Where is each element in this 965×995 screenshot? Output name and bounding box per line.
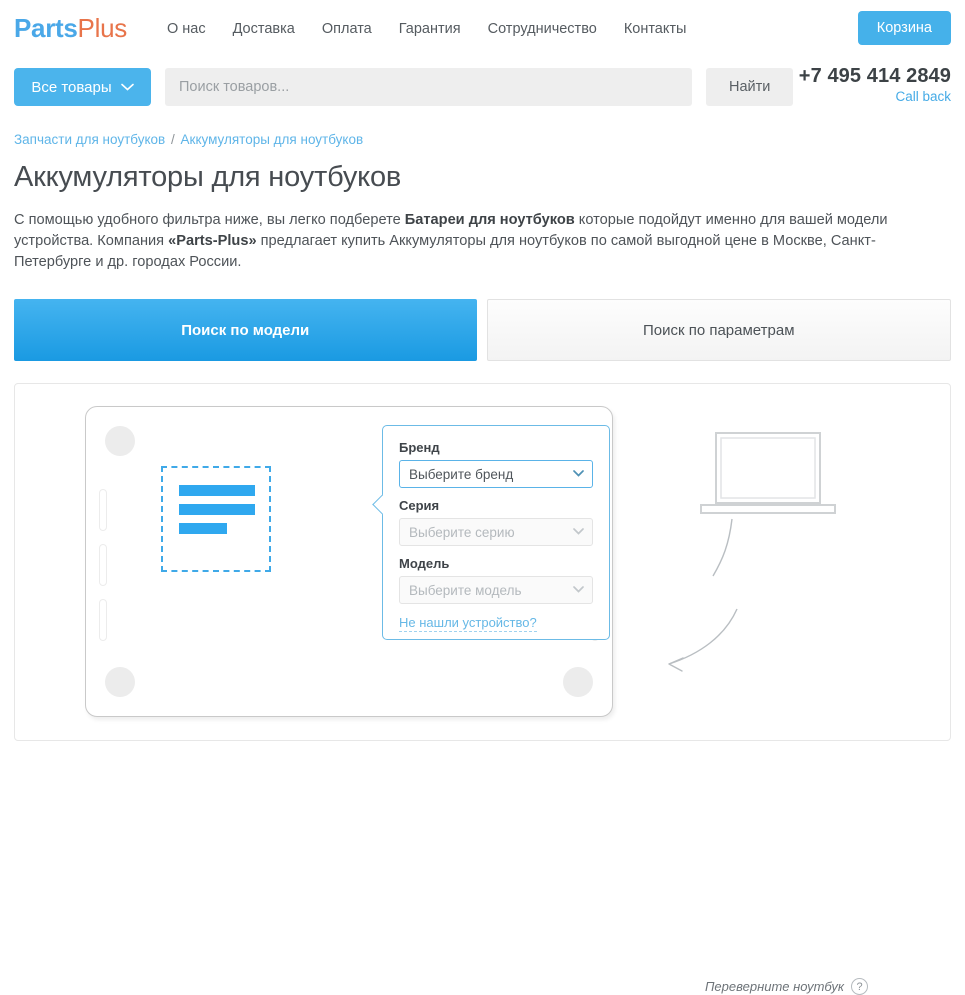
desc-text-1: С помощью удобного фильтра ниже, вы легк…	[14, 212, 405, 228]
desc-bold-1: Батареи для ноутбуков	[405, 212, 575, 228]
brand-label: Бренд	[399, 440, 593, 455]
breadcrumb-parent[interactable]: Запчасти для ноутбуков	[14, 132, 165, 147]
model-selector-panel: Бренд Выберите бренд Серия Выберите сери…	[14, 383, 951, 741]
nav-item-payment[interactable]: Оплата	[322, 21, 372, 37]
nav-item-contacts[interactable]: Контакты	[624, 21, 687, 37]
sticker-bar	[179, 504, 255, 515]
all-goods-label: Все товары	[31, 79, 111, 96]
main-navigation: О нас Доставка Оплата Гарантия Сотруднич…	[167, 21, 687, 37]
all-goods-dropdown[interactable]: Все товары	[14, 68, 151, 106]
page-description: С помощью удобного фильтра ниже, вы легк…	[0, 210, 920, 273]
brand-select-value: Выберите бренд	[409, 467, 513, 482]
model-selector-form: Бренд Выберите бренд Серия Выберите сери…	[382, 425, 610, 640]
sticker-bar	[179, 485, 255, 496]
phone-block: +7 495 414 2849 Call back	[799, 65, 951, 104]
vent-slot-icon	[99, 489, 107, 531]
logo-text-parts: Parts	[14, 13, 78, 43]
site-header: PartsPlus О нас Доставка Оплата Гарантия…	[0, 0, 965, 57]
nav-item-about[interactable]: О нас	[167, 21, 206, 37]
search-input[interactable]	[165, 68, 692, 106]
logo-text-plus: Plus	[78, 13, 127, 43]
flip-laptop-hint-text: Переверните ноутбук	[705, 979, 844, 994]
chevron-down-icon	[573, 528, 584, 535]
vent-slot-icon	[99, 599, 107, 641]
search-bar: Все товары Найти +7 495 414 2849 Call ba…	[0, 57, 965, 117]
screw-icon	[105, 667, 135, 697]
series-label: Серия	[399, 498, 593, 513]
desc-bold-2: «Parts-Plus»	[168, 233, 256, 249]
chevron-down-icon	[573, 586, 584, 593]
page-title: Аккумуляторы для ноутбуков	[0, 161, 965, 194]
sticker-bar	[179, 523, 227, 534]
series-select-value: Выберите серию	[409, 525, 515, 540]
laptop-open-icon	[698, 429, 838, 519]
breadcrumb-separator: /	[171, 132, 175, 147]
breadcrumb: Запчасти для ноутбуков / Аккумуляторы дл…	[0, 117, 965, 147]
device-not-found-link[interactable]: Не нашли устройство?	[399, 615, 537, 632]
cart-button[interactable]: Корзина	[858, 11, 951, 45]
find-button[interactable]: Найти	[706, 68, 793, 106]
model-select[interactable]: Выберите модель	[399, 576, 593, 604]
chevron-down-icon	[573, 470, 584, 477]
chevron-down-icon	[121, 83, 134, 91]
tab-search-by-model[interactable]: Поиск по модели	[14, 299, 477, 361]
screw-icon	[563, 667, 593, 697]
search-mode-tabs: Поиск по модели Поиск по параметрам	[0, 273, 965, 361]
tab-search-by-parameters[interactable]: Поиск по параметрам	[487, 299, 952, 361]
vent-slot-icon	[99, 544, 107, 586]
nav-item-delivery[interactable]: Доставка	[233, 21, 295, 37]
nav-item-warranty[interactable]: Гарантия	[399, 21, 461, 37]
flip-laptop-hint: Переверните ноутбук ?	[705, 978, 868, 995]
laptop-label-sticker-icon	[161, 466, 271, 572]
model-label: Модель	[399, 556, 593, 571]
callout-notch-icon	[372, 488, 383, 520]
screw-icon	[105, 426, 135, 456]
flip-arrow-icon	[655, 514, 835, 704]
help-question-icon[interactable]: ?	[851, 978, 868, 995]
nav-item-partnership[interactable]: Сотрудничество	[488, 21, 597, 37]
model-select-value: Выберите модель	[409, 583, 521, 598]
phone-number: +7 495 414 2849	[799, 65, 951, 88]
laptop-bottom-illustration: Бренд Выберите бренд Серия Выберите сери…	[85, 406, 613, 717]
site-logo[interactable]: PartsPlus	[14, 13, 127, 44]
brand-select[interactable]: Выберите бренд	[399, 460, 593, 488]
call-back-link[interactable]: Call back	[799, 89, 951, 104]
series-select[interactable]: Выберите серию	[399, 518, 593, 546]
breadcrumb-current[interactable]: Аккумуляторы для ноутбуков	[181, 132, 364, 147]
